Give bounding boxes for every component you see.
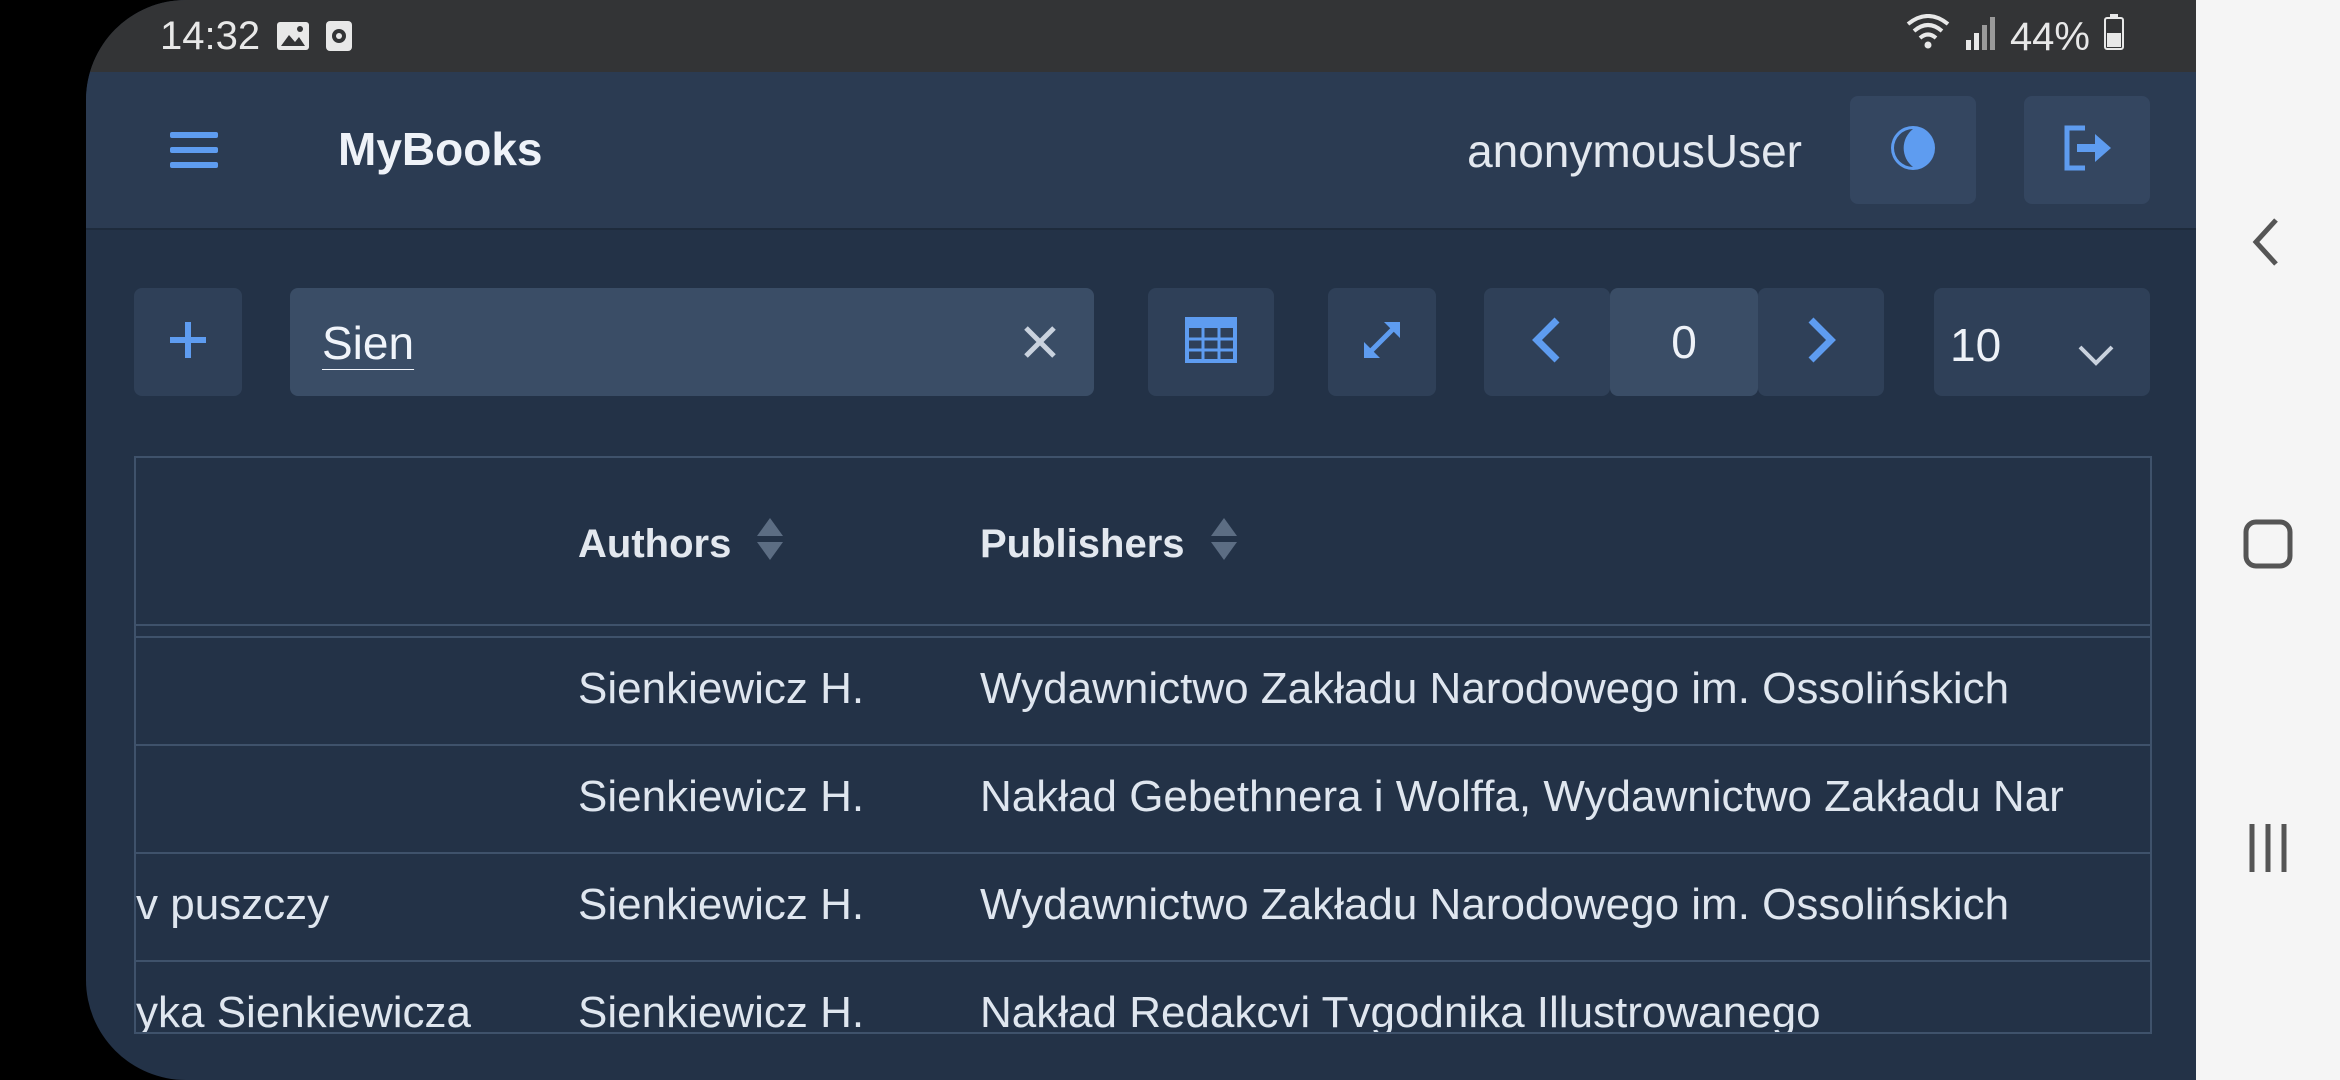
app-bar: MyBooks anonymousUser — [86, 72, 2196, 230]
table-view-button[interactable] — [1148, 288, 1274, 396]
logout-icon — [2061, 124, 2113, 177]
authors-cell: Sienkiewicz H. — [578, 664, 865, 713]
publishers-cell: Wydawnictwo Zakładu Narodowego im. Ossol… — [980, 880, 2010, 929]
signal-icon — [1964, 15, 1996, 60]
menu-icon[interactable] — [166, 122, 226, 178]
logout-button[interactable] — [2024, 96, 2150, 204]
username-label: anonymousUser — [1467, 125, 1802, 177]
sort-icon — [755, 516, 785, 572]
expand-button[interactable] — [1328, 288, 1436, 396]
next-page-button[interactable] — [1758, 288, 1884, 396]
clear-search-icon[interactable] — [1016, 318, 1064, 366]
authors-cell: Sienkiewicz H. — [578, 988, 865, 1034]
publishers-header-label: Publishers — [980, 521, 1185, 566]
app-title: MyBooks — [338, 123, 543, 175]
battery-icon — [2104, 14, 2124, 60]
table-grid-icon — [1185, 316, 1237, 368]
half-moon-icon — [1887, 122, 1939, 179]
books-table: Authors Publishers Sienkiewicz H. Wydawn… — [134, 456, 2152, 1034]
header-divider — [136, 628, 2150, 638]
page-number: 0 — [1610, 288, 1758, 396]
back-nav-icon[interactable] — [2232, 206, 2304, 278]
authors-cell: Sienkiewicz H. — [578, 772, 865, 821]
authors-header-label: Authors — [578, 521, 732, 566]
status-right: 44% — [1906, 14, 2124, 60]
home-nav-icon[interactable] — [2232, 508, 2304, 580]
publishers-cell: Nakład Gebethnera i Wolffa, Wydawnictwo … — [980, 772, 2064, 821]
title-cell: yka Sienkiewicza — [136, 988, 472, 1034]
table-header: Authors Publishers — [136, 458, 2150, 626]
chevron-left-icon — [1527, 314, 1567, 371]
gallery-notification-icon — [276, 20, 310, 52]
table-row[interactable]: v puszczy Sienkiewicz H. Wydawnictwo Zak… — [136, 854, 2150, 962]
app-screen: 14:32 44% MyBooks anonymousUser Sien 0 1… — [86, 0, 2196, 1080]
expand-arrows-icon — [1358, 316, 1406, 369]
publishers-cell: Nakład Redakcvi Tvgodnika Illustrowanego — [980, 988, 1821, 1034]
status-bar: 14:32 44% — [86, 0, 2196, 72]
status-time: 14:32 — [160, 14, 261, 58]
table-row[interactable]: Sienkiewicz H. Nakład Gebethnera i Wolff… — [136, 746, 2150, 854]
search-input[interactable] — [320, 314, 1004, 372]
chevron-down-icon — [2076, 326, 2116, 380]
previous-page-button[interactable] — [1484, 288, 1610, 396]
recent-apps-nav-icon[interactable] — [2232, 812, 2304, 884]
wifi-icon — [1906, 14, 1950, 60]
page-size-select[interactable]: 10 — [1934, 288, 2150, 396]
search-box — [290, 288, 1094, 396]
page-size-value: 10 — [1950, 319, 2002, 371]
authors-cell: Sienkiewicz H. — [578, 880, 865, 929]
sort-icon — [1209, 516, 1239, 572]
plus-icon — [166, 318, 210, 367]
title-cell: v puszczy — [136, 880, 330, 929]
table-row[interactable]: Sienkiewicz H. Wydawnictwo Zakładu Narod… — [136, 638, 2150, 746]
chevron-right-icon — [1801, 314, 1841, 371]
app-notification-icon — [324, 20, 358, 52]
authors-column-header[interactable]: Authors — [578, 516, 785, 572]
battery-level: 44% — [2009, 14, 2090, 59]
publishers-column-header[interactable]: Publishers — [980, 516, 1239, 572]
table-row[interactable]: yka Sienkiewicza Sienkiewicz H. Nakład R… — [136, 962, 2150, 1034]
publishers-cell: Wydawnictwo Zakładu Narodowego im. Ossol… — [980, 664, 2010, 713]
system-navigation-bar — [2196, 0, 2340, 1080]
add-book-button[interactable] — [134, 288, 242, 396]
theme-toggle-button[interactable] — [1850, 96, 1976, 204]
